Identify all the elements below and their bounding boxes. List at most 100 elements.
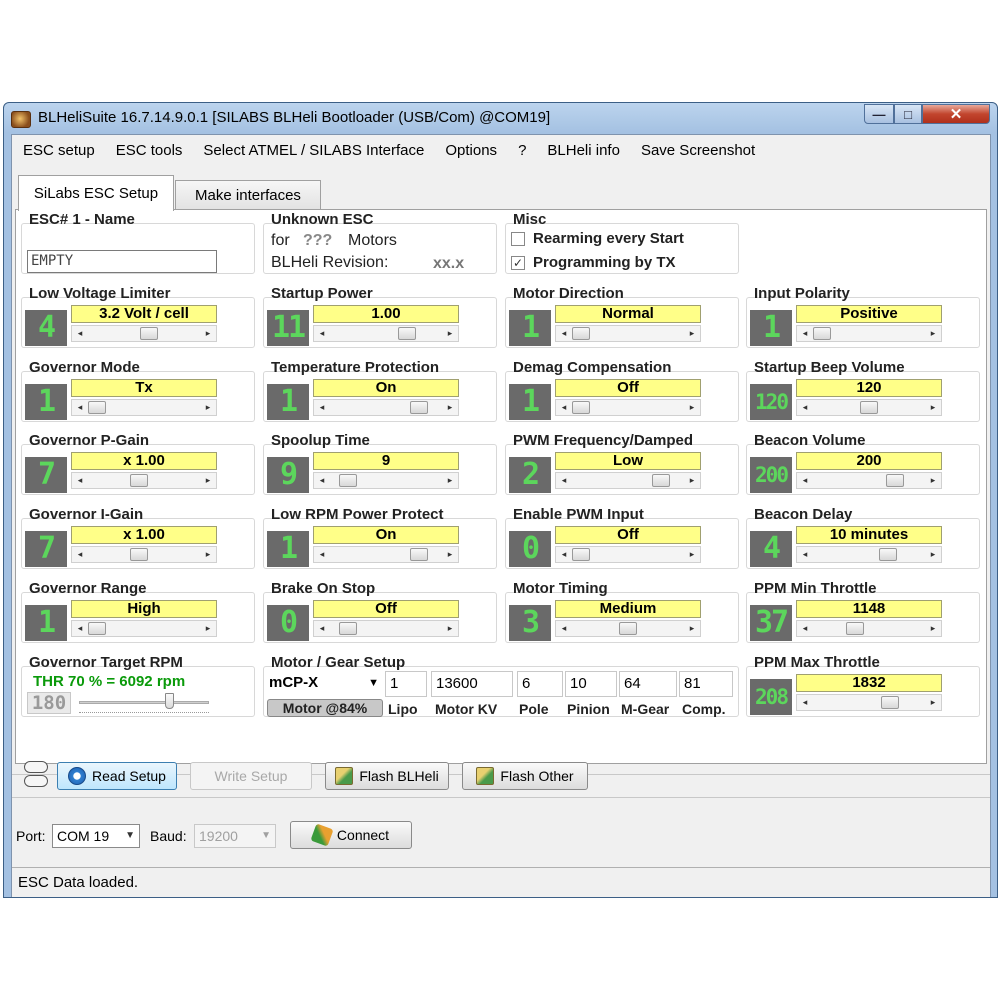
scroll-right-icon[interactable]: ▸ [925,621,941,636]
scroll-left-icon[interactable]: ◂ [314,621,330,636]
scroll-right-icon[interactable]: ▸ [442,400,458,415]
flash-blheli-button[interactable]: Flash BLHeli [325,762,449,790]
scroll-left-icon[interactable]: ◂ [556,400,572,415]
maximize-button[interactable]: □ [894,104,922,124]
scroll-left-icon[interactable]: ◂ [314,473,330,488]
scroll-right-icon[interactable]: ▸ [200,400,216,415]
connect-button[interactable]: Connect [290,821,412,849]
scroll-right-icon[interactable]: ▸ [925,547,941,562]
menu-blheli-info[interactable]: BLHeli info [547,142,620,159]
governor-p-gain-scrollbar[interactable]: ◂ ▸ [71,472,217,489]
ppm-max-thumb[interactable] [881,696,899,709]
pwm-frequency-damped-scrollbar[interactable]: ◂ ▸ [555,472,701,489]
governor-range-thumb[interactable] [88,622,106,635]
toggle-icon[interactable] [24,761,48,787]
input-polarity-thumb[interactable] [813,327,831,340]
scroll-left-icon[interactable]: ◂ [797,326,813,341]
temperature-protection-scrollbar[interactable]: ◂ ▸ [313,399,459,416]
scroll-left-icon[interactable]: ◂ [797,547,813,562]
menu-options[interactable]: Options [445,142,497,159]
scroll-right-icon[interactable]: ▸ [684,326,700,341]
scroll-left-icon[interactable]: ◂ [797,473,813,488]
governor-mode-scrollbar[interactable]: ◂ ▸ [71,399,217,416]
read-setup-button[interactable]: Read Setup [57,762,177,790]
scroll-right-icon[interactable]: ▸ [442,621,458,636]
spoolup-time-scrollbar[interactable]: ◂ ▸ [313,472,459,489]
port-select[interactable]: COM 19 ▼ [52,824,140,848]
input-polarity-scrollbar[interactable]: ◂ ▸ [796,325,942,342]
scroll-right-icon[interactable]: ▸ [925,326,941,341]
scroll-left-icon[interactable]: ◂ [72,326,88,341]
scroll-left-icon[interactable]: ◂ [314,547,330,562]
temperature-protection-thumb[interactable] [410,401,428,414]
beacon-delay-thumb[interactable] [879,548,897,561]
pwm-frequency-damped-thumb[interactable] [652,474,670,487]
demag-compensation-scrollbar[interactable]: ◂ ▸ [555,399,701,416]
scroll-left-icon[interactable]: ◂ [314,326,330,341]
lipo-field[interactable]: 1 [385,671,427,697]
low-voltage-limiter-scrollbar[interactable]: ◂ ▸ [71,325,217,342]
startup-beep-volume-thumb[interactable] [860,401,878,414]
scroll-left-icon[interactable]: ◂ [72,547,88,562]
scroll-left-icon[interactable]: ◂ [797,695,813,710]
menu-help[interactable]: ? [518,142,526,159]
scroll-left-icon[interactable]: ◂ [797,400,813,415]
enable-pwm-input-scrollbar[interactable]: ◂ ▸ [555,546,701,563]
scroll-left-icon[interactable]: ◂ [72,473,88,488]
scroll-left-icon[interactable]: ◂ [797,621,813,636]
rearming-checkbox[interactable] [511,232,525,246]
scroll-right-icon[interactable]: ▸ [200,326,216,341]
title-bar[interactable]: BLHeliSuite 16.7.14.9.0.1 [SILABS BLHeli… [4,103,997,133]
motor-direction-thumb[interactable] [572,327,590,340]
pinion-field[interactable]: 10 [565,671,617,697]
flash-other-button[interactable]: Flash Other [462,762,588,790]
startup-power-scrollbar[interactable]: ◂ ▸ [313,325,459,342]
governor-rpm-track[interactable] [79,701,209,704]
spoolup-time-thumb[interactable] [339,474,357,487]
scroll-right-icon[interactable]: ▸ [925,695,941,710]
minimize-button[interactable]: — [864,104,894,124]
ppm-min-throttle-scrollbar[interactable]: ◂ ▸ [796,620,942,637]
scroll-left-icon[interactable]: ◂ [72,621,88,636]
scroll-right-icon[interactable]: ▸ [684,473,700,488]
write-setup-button[interactable]: Write Setup [190,762,312,790]
motor-timing-scrollbar[interactable]: ◂ ▸ [555,620,701,637]
scroll-right-icon[interactable]: ▸ [684,400,700,415]
scroll-right-icon[interactable]: ▸ [200,621,216,636]
brake-on-stop-thumb[interactable] [339,622,357,635]
low-voltage-limiter-thumb[interactable] [140,327,158,340]
tab-silabs-esc-setup[interactable]: SiLabs ESC Setup [18,175,174,211]
low-rpm-power-protect-thumb[interactable] [410,548,428,561]
motor-timing-thumb[interactable] [619,622,637,635]
scroll-left-icon[interactable]: ◂ [72,400,88,415]
beacon-volume-thumb[interactable] [886,474,904,487]
scroll-left-icon[interactable]: ◂ [314,400,330,415]
ppm-max-scrollbar[interactable]: ◂ ▸ [796,694,942,711]
app-icon[interactable] [11,111,31,128]
demag-compensation-thumb[interactable] [572,401,590,414]
scroll-left-icon[interactable]: ◂ [556,621,572,636]
pole-field[interactable]: 6 [517,671,563,697]
beacon-delay-scrollbar[interactable]: ◂ ▸ [796,546,942,563]
enable-pwm-input-thumb[interactable] [572,548,590,561]
scroll-right-icon[interactable]: ▸ [200,547,216,562]
governor-range-scrollbar[interactable]: ◂ ▸ [71,620,217,637]
baud-select[interactable]: 19200 ▼ [194,824,276,848]
governor-p-gain-thumb[interactable] [130,474,148,487]
mgear-field[interactable]: 64 [619,671,677,697]
scroll-right-icon[interactable]: ▸ [684,621,700,636]
tab-make-interfaces[interactable]: Make interfaces [175,180,321,210]
scroll-left-icon[interactable]: ◂ [556,473,572,488]
startup-beep-volume-scrollbar[interactable]: ◂ ▸ [796,399,942,416]
governor-rpm-thumb[interactable] [165,693,174,709]
scroll-left-icon[interactable]: ◂ [556,326,572,341]
startup-power-thumb[interactable] [398,327,416,340]
menu-esc-setup[interactable]: ESC setup [23,142,95,159]
programming-checkbox[interactable]: ✓ [511,256,525,270]
brake-on-stop-scrollbar[interactable]: ◂ ▸ [313,620,459,637]
scroll-right-icon[interactable]: ▸ [684,547,700,562]
scroll-right-icon[interactable]: ▸ [925,473,941,488]
ppm-min-throttle-thumb[interactable] [846,622,864,635]
governor-i-gain-scrollbar[interactable]: ◂ ▸ [71,546,217,563]
scroll-right-icon[interactable]: ▸ [442,473,458,488]
